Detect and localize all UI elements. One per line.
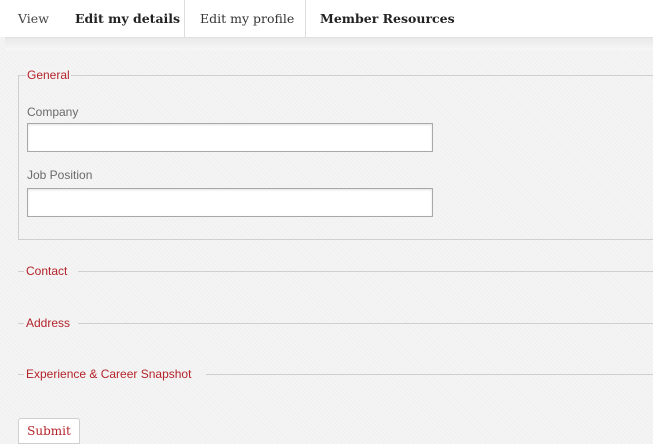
contact-divider bbox=[78, 271, 653, 272]
experience-legend[interactable]: Experience & Career Snapshot bbox=[26, 367, 191, 381]
contact-divider-left bbox=[18, 271, 24, 272]
tabs-underline bbox=[5, 37, 653, 50]
company-input[interactable] bbox=[27, 123, 433, 152]
company-label: Company bbox=[27, 105, 79, 119]
contact-legend[interactable]: Contact bbox=[26, 264, 67, 278]
job-position-input[interactable] bbox=[27, 188, 433, 217]
tabs-bar: View Edit my details Edit my profile Mem… bbox=[0, 0, 653, 37]
tab-view[interactable]: View bbox=[18, 0, 49, 36]
address-legend[interactable]: Address bbox=[26, 316, 70, 330]
submit-button[interactable]: Submit bbox=[18, 418, 80, 444]
experience-divider bbox=[206, 374, 653, 375]
tab-member-resources[interactable]: Member Resources bbox=[320, 0, 455, 36]
tab-edit-my-profile[interactable]: Edit my profile bbox=[184, 0, 306, 37]
experience-divider-left bbox=[18, 374, 24, 375]
address-divider-left bbox=[18, 323, 24, 324]
job-position-label: Job Position bbox=[27, 168, 93, 182]
address-divider bbox=[78, 323, 653, 324]
general-legend: General bbox=[26, 68, 71, 82]
tab-edit-my-details[interactable]: Edit my details bbox=[75, 0, 180, 36]
